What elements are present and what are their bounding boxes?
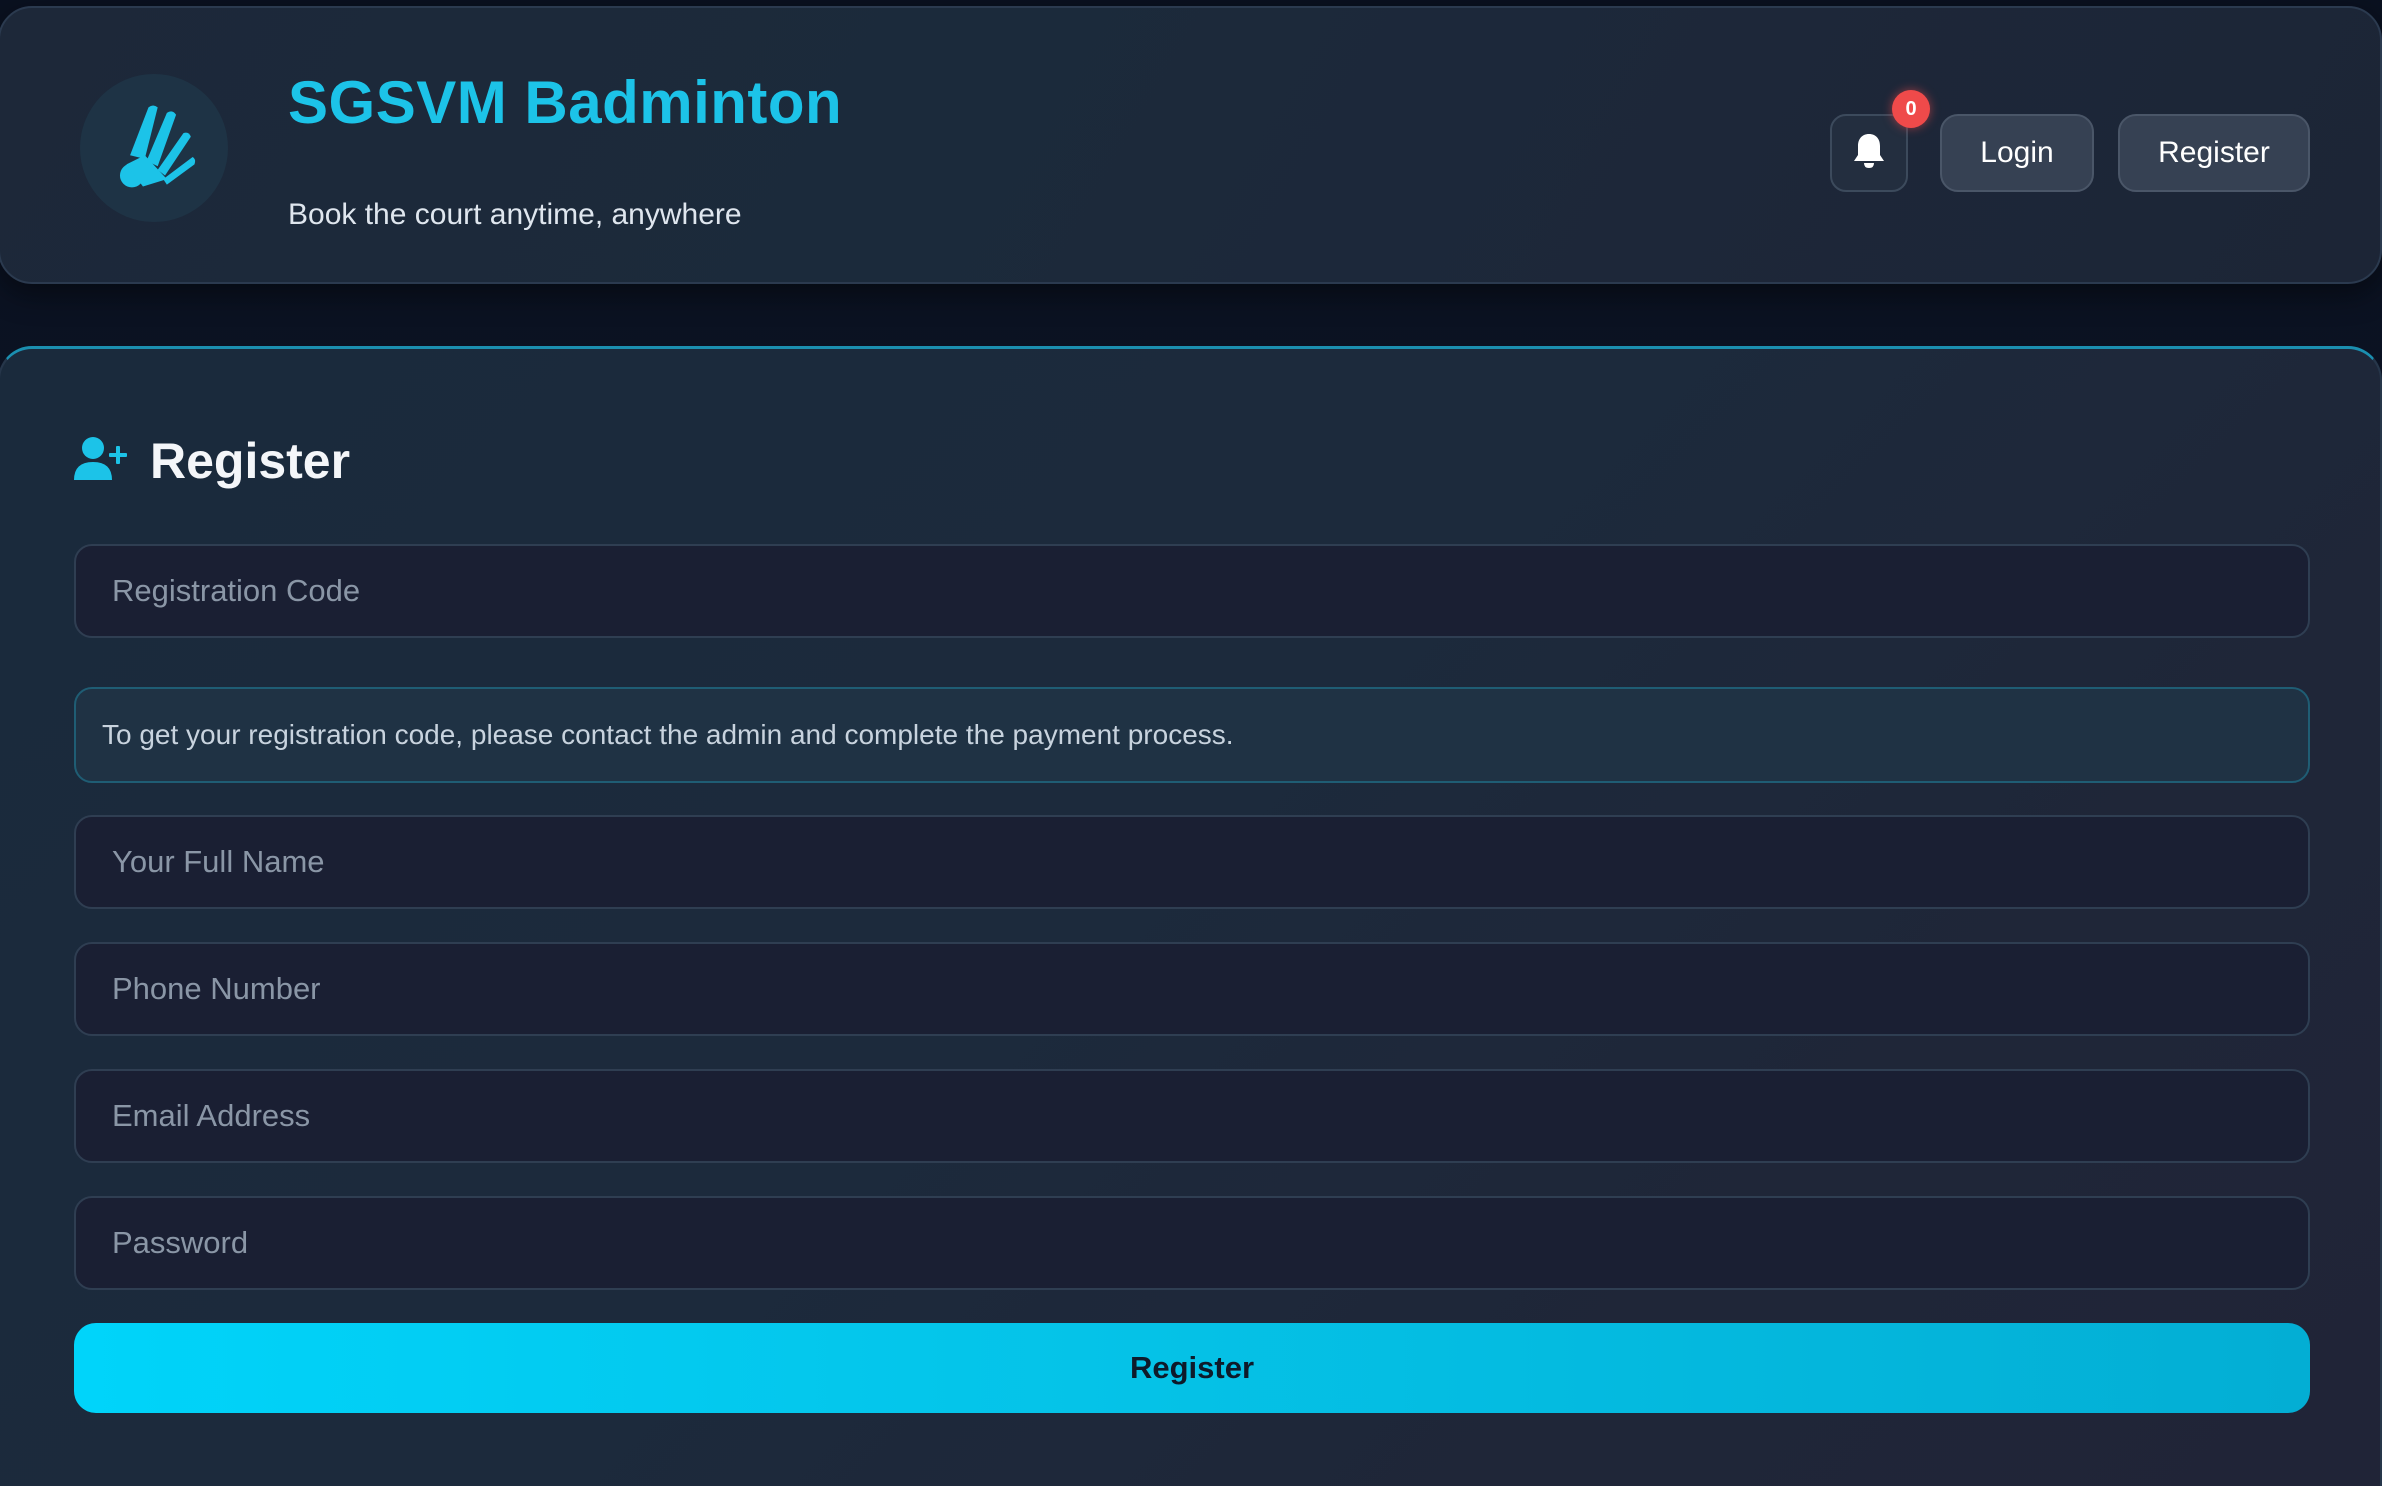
login-button[interactable]: Login xyxy=(1940,114,2094,192)
notifications-button[interactable] xyxy=(1830,114,1908,192)
page: SGSVM Badminton Book the court anytime, … xyxy=(0,0,2382,1486)
notification-count-badge: 0 xyxy=(1892,90,1930,128)
password-input[interactable] xyxy=(74,1196,2310,1290)
logo xyxy=(80,74,228,222)
registration-info-notice: To get your registration code, please co… xyxy=(74,687,2310,783)
full-name-input[interactable] xyxy=(74,815,2310,909)
register-card xyxy=(0,346,2382,1486)
registration-code-input[interactable] xyxy=(74,544,2310,638)
register-submit-button[interactable]: Register xyxy=(74,1323,2310,1413)
phone-number-input[interactable] xyxy=(74,942,2310,1036)
bell-icon xyxy=(1852,132,1886,175)
email-address-input[interactable] xyxy=(74,1069,2310,1163)
site-header: SGSVM Badminton Book the court anytime, … xyxy=(0,6,2382,284)
register-heading: Register xyxy=(74,432,350,490)
brand-subtitle: Book the court anytime, anywhere xyxy=(288,198,742,231)
header-register-button[interactable]: Register xyxy=(2118,114,2310,192)
brand-title: SGSVM Badminton xyxy=(288,69,843,136)
user-plus-icon xyxy=(74,436,128,487)
register-title: Register xyxy=(150,433,351,489)
shuttlecock-icon xyxy=(108,100,200,197)
